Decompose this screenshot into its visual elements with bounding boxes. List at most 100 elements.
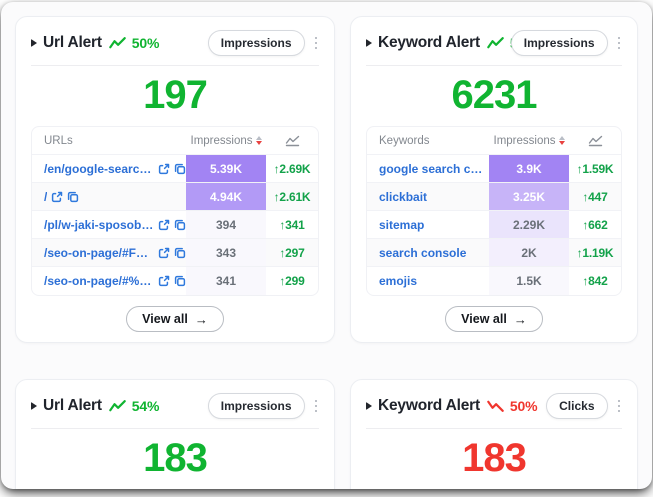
alert-card: Keyword Alert 5% Impressions 6231 Keywor…	[350, 16, 638, 343]
kebab-menu-icon[interactable]	[313, 397, 320, 416]
value-column-label: Impressions	[494, 135, 556, 147]
row-value: 341	[186, 267, 266, 295]
alert-total: 197	[31, 72, 319, 118]
view-all-button[interactable]: View all →	[126, 306, 224, 332]
external-link-icon[interactable]	[158, 275, 170, 287]
table-row: search console 2K ↑1.19K	[367, 239, 621, 267]
row-name-cell: /seo-on-page/#%C2...	[32, 267, 186, 295]
trend-icon	[487, 37, 504, 49]
value-column-header[interactable]: Impressions	[489, 135, 569, 147]
row-link[interactable]: sitemap	[379, 218, 424, 232]
row-name-cell: /en/google-search-c...	[32, 155, 186, 182]
row-change: ↑299	[266, 267, 318, 295]
header-divider	[366, 428, 622, 429]
row-change: ↑1.59K	[569, 155, 621, 182]
chart-column-header[interactable]	[266, 135, 318, 147]
table-row: clickbait 3.25K ↑447	[367, 183, 621, 211]
alert-card: Url Alert 54% Impressions 183 URLs Impre…	[15, 379, 335, 489]
row-link[interactable]: /	[44, 190, 47, 204]
row-link[interactable]: emojis	[379, 274, 417, 288]
row-value: 3.25K	[489, 183, 569, 210]
table-row: sitemap 2.29K ↑662	[367, 211, 621, 239]
arrow-right-icon: →	[195, 313, 208, 326]
row-link[interactable]: /pl/w-jaki-sposob-nal...	[44, 218, 154, 232]
header-divider	[31, 428, 319, 429]
value-column-header[interactable]: Impressions	[186, 135, 266, 147]
row-link[interactable]: search console	[379, 246, 466, 260]
copy-icon[interactable]	[67, 191, 79, 203]
card-header: Keyword Alert 5% Impressions	[366, 30, 622, 56]
card-title: Url Alert	[43, 34, 102, 52]
card-header: Url Alert 50% Impressions	[31, 30, 319, 56]
header-divider	[31, 65, 319, 66]
card-title: Url Alert	[43, 397, 102, 415]
metric-button[interactable]: Impressions	[511, 30, 608, 56]
row-name-cell: /seo-on-page/#Facto...	[32, 239, 186, 266]
external-link-icon[interactable]	[158, 219, 170, 231]
expand-caret-icon[interactable]	[31, 39, 37, 47]
line-chart-icon	[588, 135, 603, 147]
external-link-icon[interactable]	[158, 247, 170, 259]
row-value: 3.9K	[489, 155, 569, 182]
row-value: 2K	[489, 239, 569, 266]
row-value: 4.94K	[186, 183, 266, 210]
row-link[interactable]: /seo-on-page/#Facto...	[44, 246, 154, 260]
metric-button[interactable]: Impressions	[208, 30, 305, 56]
row-name-cell: /	[32, 183, 186, 210]
chart-column-header[interactable]	[569, 135, 621, 147]
trend-percent: 50%	[510, 398, 537, 414]
table-body: google search console 3.9K ↑1.59K clickb…	[367, 155, 621, 295]
row-name-cell: search console	[367, 239, 489, 266]
card-header: Keyword Alert 50% Clicks	[366, 393, 622, 419]
row-name-cell: clickbait	[367, 183, 489, 210]
alert-total: 6231	[366, 72, 622, 118]
name-column-header[interactable]: URLs	[32, 135, 186, 147]
row-change: ↑341	[266, 211, 318, 238]
card-title: Keyword Alert	[378, 397, 480, 415]
table-row: /pl/w-jaki-sposob-nal... 394 ↑341	[32, 211, 318, 239]
row-change: ↑662	[569, 211, 621, 238]
name-column-header[interactable]: Keywords	[367, 135, 489, 147]
row-name-cell: google search console	[367, 155, 489, 182]
trend-percent: 50%	[132, 35, 159, 51]
kebab-menu-icon[interactable]	[313, 34, 320, 53]
kebab-menu-icon[interactable]	[616, 397, 623, 416]
row-link[interactable]: /seo-on-page/#%C2...	[44, 274, 154, 288]
row-value: 343	[186, 239, 266, 266]
row-value: 5.39K	[186, 155, 266, 182]
alert-total: 183	[366, 435, 622, 481]
copy-icon[interactable]	[174, 275, 186, 287]
sort-icon[interactable]	[256, 136, 262, 146]
kebab-menu-icon[interactable]	[616, 34, 623, 53]
alerts-grid: Url Alert 50% Impressions 197 URLs Impre…	[1, 2, 652, 489]
card-header: Url Alert 54% Impressions	[31, 393, 319, 419]
expand-caret-icon[interactable]	[366, 402, 372, 410]
copy-icon[interactable]	[174, 219, 186, 231]
table-header-row: Keywords Impressions	[367, 127, 621, 155]
table-row: emojis 1.5K ↑842	[367, 267, 621, 295]
view-all-label: View all	[461, 312, 507, 326]
metric-button[interactable]: Impressions	[208, 393, 305, 419]
metric-button[interactable]: Clicks	[546, 393, 607, 419]
row-link[interactable]: clickbait	[379, 190, 427, 204]
view-all-button[interactable]: View all →	[445, 306, 543, 332]
row-name-cell: emojis	[367, 267, 489, 295]
sort-icon[interactable]	[559, 136, 565, 146]
row-value: 2.29K	[489, 211, 569, 238]
external-link-icon[interactable]	[158, 163, 170, 175]
row-link[interactable]: google search console	[379, 162, 489, 176]
copy-icon[interactable]	[174, 163, 186, 175]
expand-caret-icon[interactable]	[366, 39, 372, 47]
external-link-icon[interactable]	[51, 191, 63, 203]
alert-card: Url Alert 50% Impressions 197 URLs Impre…	[15, 16, 335, 343]
copy-icon[interactable]	[174, 247, 186, 259]
trend-percent: 54%	[132, 398, 159, 414]
alert-card: Keyword Alert 50% Clicks 183 Keywords Cl…	[350, 379, 638, 489]
row-link[interactable]: /en/google-search-c...	[44, 162, 154, 176]
arrow-right-icon: →	[514, 313, 527, 326]
expand-caret-icon[interactable]	[31, 402, 37, 410]
table-header-row: URLs Impressions	[32, 127, 318, 155]
card-title: Keyword Alert	[378, 34, 480, 52]
alert-total: 183	[31, 435, 319, 481]
row-change: ↑297	[266, 239, 318, 266]
